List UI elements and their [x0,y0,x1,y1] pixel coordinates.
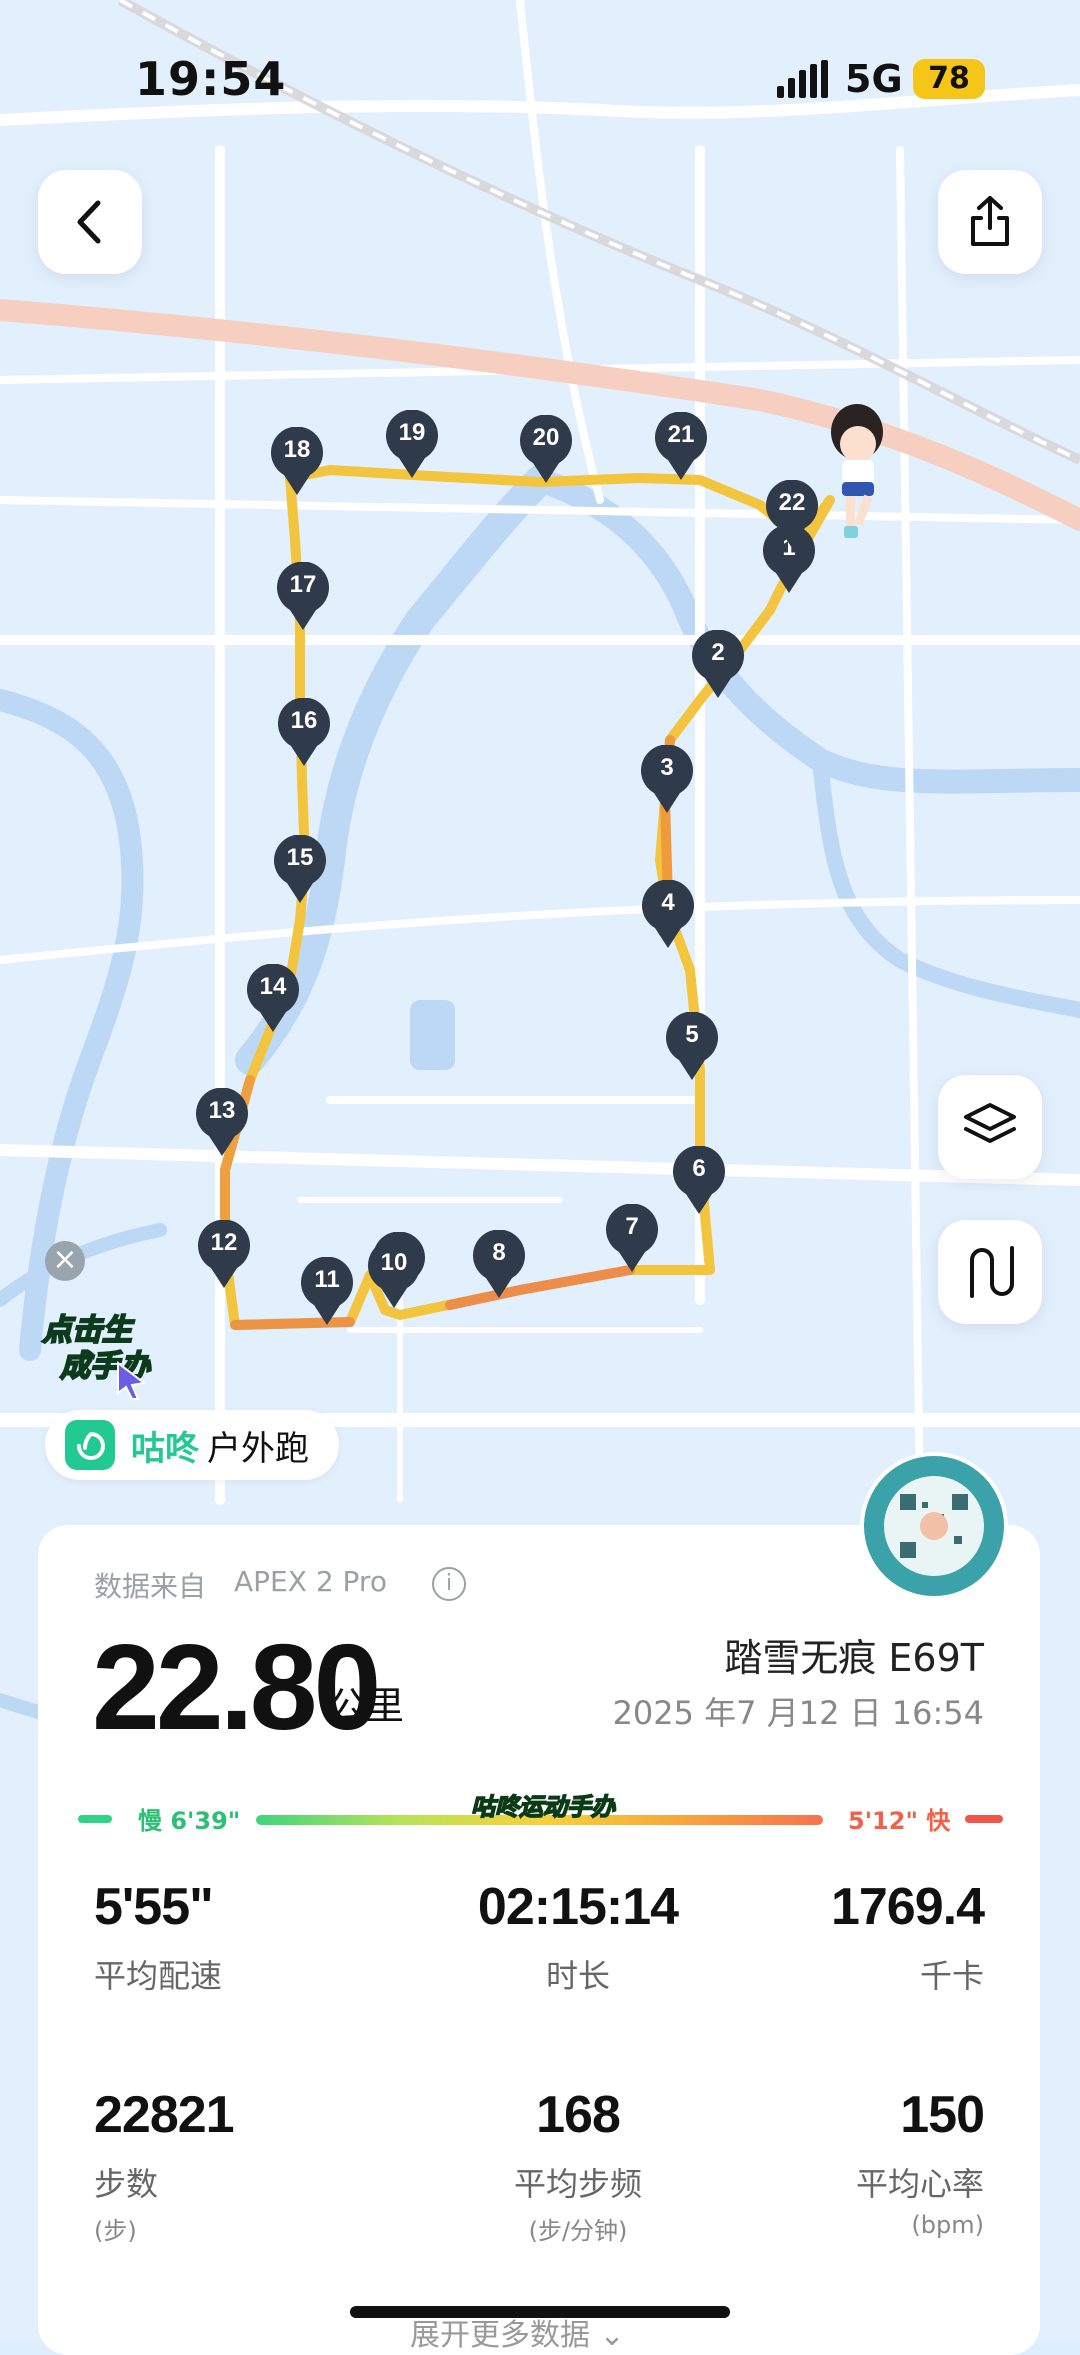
stat-value: 168 [536,2086,621,2144]
chevron-left-icon [77,200,101,244]
route-trace-icon [970,1246,1014,1298]
stat-value: 02:15:14 [477,1878,679,1936]
stat-label: 平均步频 [513,2165,642,2203]
km-marker[interactable]: 2 [689,630,747,700]
stat-unit: (步/分钟) [528,2217,628,2245]
fast-pace-label: 5'12" 快 [848,1807,951,1835]
stat-label: 时长 [545,1957,610,1995]
km-marker[interactable]: 19 [383,410,441,480]
back-button[interactable] [38,170,142,274]
stat-label: 千卡 [919,1957,984,1995]
home-indicator [350,2306,730,2318]
km-marker[interactable]: 10 [365,1240,423,1310]
codoon-logo-icon [65,1420,115,1470]
figurine-badge-text: 咕咚运动手办 [470,1792,616,1822]
stat-value: 5'55" [94,1878,214,1936]
km-marker[interactable]: 5 [663,1012,721,1082]
km-marker[interactable]: 20 [517,415,575,485]
stat-value: 1769.4 [830,1878,985,1936]
km-marker[interactable]: 11 [298,1257,356,1327]
km-marker[interactable]: 22 [763,480,821,550]
km-marker[interactable]: 8 [470,1230,528,1300]
km-marker[interactable]: 21 [652,412,710,482]
km-marker[interactable]: 12 [195,1220,253,1290]
status-time: 19:54 [135,52,287,106]
app-name: 咕咚 [131,1428,199,1469]
km-marker[interactable]: 16 [275,698,333,768]
source-device: APEX 2 Pro [234,1565,387,1598]
activity-date: 2025 年7 月12 日 16:54 [612,1694,984,1732]
cursor-icon [117,1361,147,1400]
km-marker[interactable]: 3 [638,745,696,815]
source-label: 数据来自 [94,1570,207,1603]
figurine-sticker[interactable]: 点击生 成手办 [41,1305,162,1400]
km-marker[interactable]: 7 [603,1204,661,1274]
activity-type: 户外跑 [207,1428,309,1469]
km-marker[interactable]: 6 [670,1146,728,1216]
stat-label: 平均配速 [94,1957,223,1995]
stat-unit: (bpm) [911,2211,984,2239]
stat-unit: (步) [94,2217,137,2245]
km-marker[interactable]: 4 [639,880,697,950]
app-activity-pill[interactable]: 咕咚 户外跑 [45,1410,339,1480]
info-icon[interactable]: i [432,1567,466,1601]
stat-label: 步数 [94,2165,159,2203]
qr-code-icon [884,1476,984,1576]
slow-pace-dot [78,1815,112,1823]
km-marker[interactable]: 17 [274,562,332,632]
fast-pace-dot [965,1815,1003,1823]
distance-unit: 公里 [328,1684,405,1728]
stat-value: 22821 [94,2086,235,2144]
close-sticker-button[interactable]: × [45,1241,85,1281]
status-bar: 19:54 5G 78 [0,0,1080,150]
map-layers-button[interactable] [938,1075,1042,1179]
shoe-name[interactable]: 踏雪无痕 E69T [724,1627,984,1682]
share-icon [971,196,1009,246]
route-trace-button[interactable] [938,1220,1042,1324]
stat-value: 150 [900,2086,985,2144]
signal-icon [777,60,828,98]
km-marker[interactable]: 18 [268,427,326,497]
km-marker[interactable]: 14 [244,964,302,1034]
share-button[interactable] [938,170,1042,274]
stat-label: 平均心率 [855,2165,984,2203]
qr-code-badge[interactable] [860,1452,1008,1600]
km-marker[interactable]: 13 [193,1088,251,1158]
km-marker[interactable]: 15 [271,835,329,905]
slow-pace-label: 慢 6'39" [138,1807,241,1835]
battery-indicator: 78 [913,59,985,99]
expand-more-label: 展开更多数据 [410,2318,590,2353]
summary-card: 数据来自 APEX 2 Pro i 22.80 公里 踏雪无痕 E69T 202… [38,1525,1040,2355]
figurine-badge[interactable]: 咕咚运动手办 [468,1781,618,1835]
network-type: 5G [845,57,903,101]
layers-icon [964,1103,1016,1143]
